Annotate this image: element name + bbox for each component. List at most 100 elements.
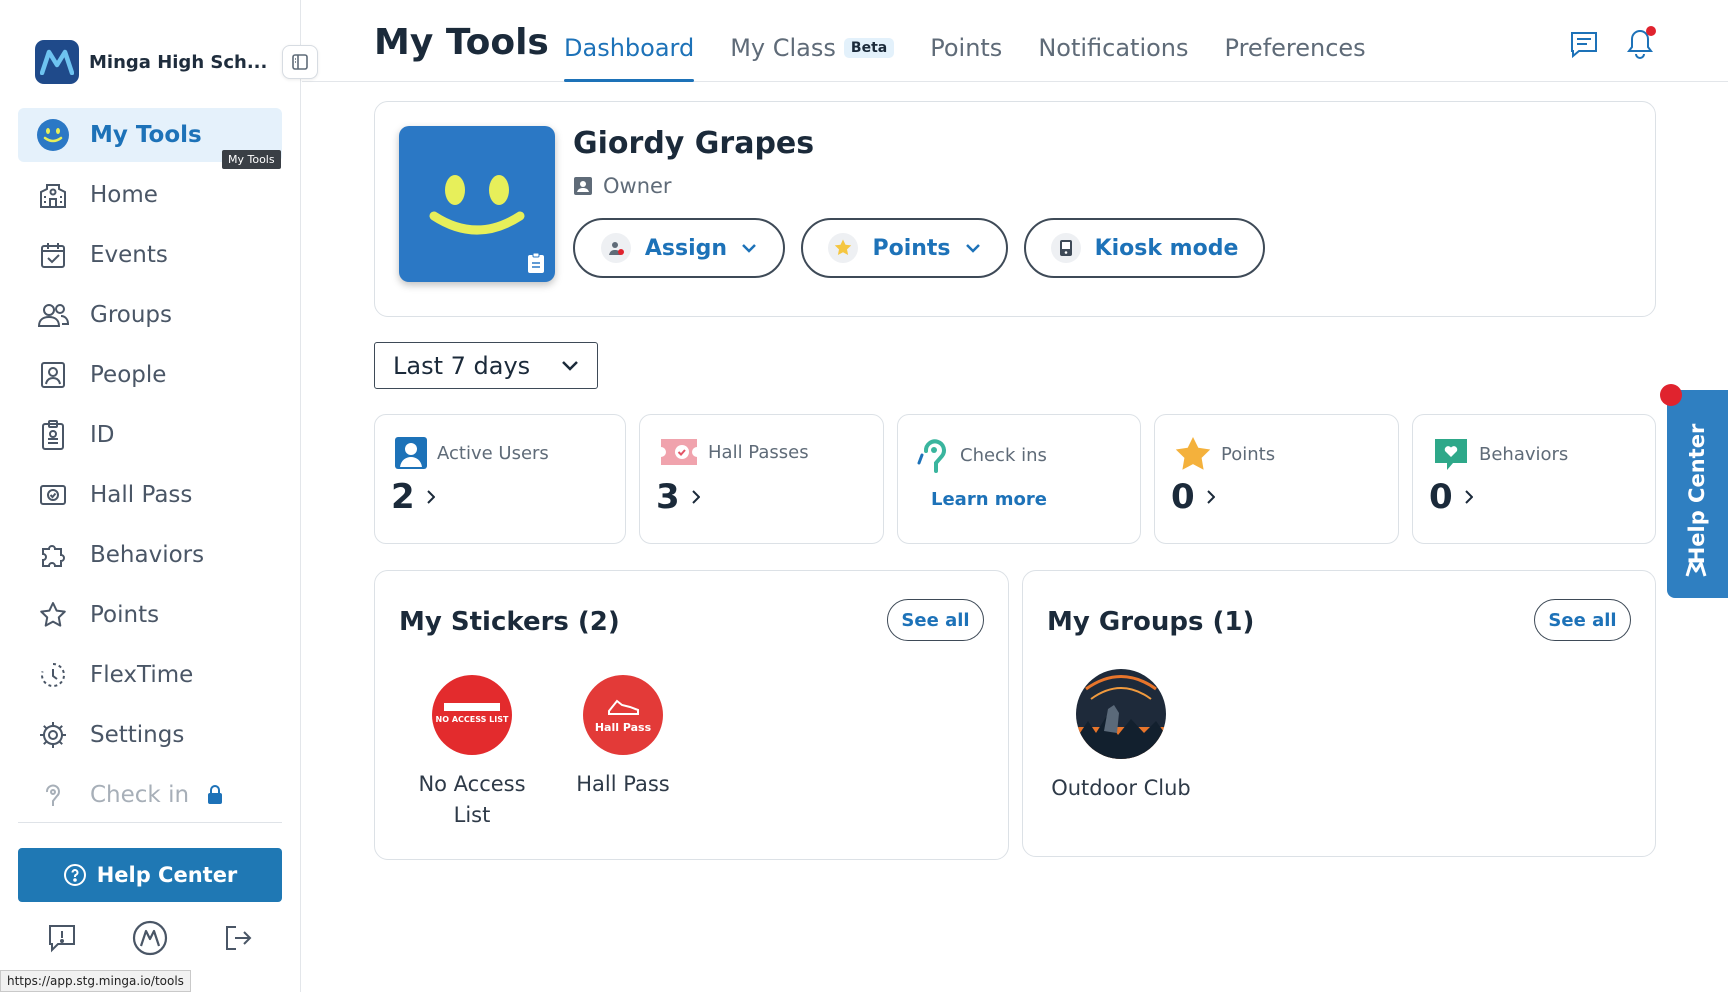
sidebar: Minga High Sch... My Tools Home Events G… bbox=[0, 0, 301, 992]
avatar[interactable] bbox=[399, 126, 555, 282]
stat-number: 3 bbox=[656, 477, 680, 517]
star-icon bbox=[36, 598, 70, 632]
page-title: My Tools bbox=[374, 22, 549, 63]
person-badge-icon bbox=[573, 176, 593, 196]
groups-title: My Groups (1) bbox=[1047, 607, 1255, 637]
stat-label: Behaviors bbox=[1479, 443, 1569, 465]
kiosk-label: Kiosk mode bbox=[1094, 235, 1239, 261]
stat-number: 0 bbox=[1429, 477, 1453, 517]
stat-card-behaviors[interactable]: Behaviors 0 bbox=[1412, 414, 1656, 544]
kiosk-icon bbox=[1050, 233, 1081, 263]
status-bar-url: https://app.stg.minga.io/tools bbox=[0, 970, 191, 992]
check-in-icon bbox=[36, 778, 70, 812]
help-alert-dot bbox=[1660, 384, 1682, 406]
outdoor-club-avatar bbox=[1076, 669, 1166, 759]
stat-card-hall-passes[interactable]: Hall Passes 3 bbox=[639, 414, 884, 544]
sidebar-divider bbox=[18, 822, 282, 823]
date-range-select[interactable]: Last 7 days bbox=[374, 342, 598, 389]
sidebar-item-people[interactable]: People bbox=[18, 348, 282, 402]
chevron-down-icon bbox=[965, 243, 981, 253]
tab-dashboard[interactable]: Dashboard bbox=[564, 34, 695, 82]
help-center-tab-label: Help Center bbox=[1685, 423, 1709, 565]
sidebar-item-events[interactable]: Events bbox=[18, 228, 282, 282]
stat-card-active-users[interactable]: Active Users 2 bbox=[374, 414, 626, 544]
points-label: Points bbox=[872, 235, 951, 261]
sidebar-item-check-in[interactable]: Check in bbox=[18, 768, 282, 822]
hall-pass-icon bbox=[36, 478, 70, 512]
tab-label: Points bbox=[930, 34, 1003, 62]
stat-value: 3 bbox=[656, 477, 700, 517]
sidebar-item-label: ID bbox=[90, 422, 115, 448]
profile-role: Owner bbox=[573, 174, 672, 198]
points-star-icon bbox=[828, 233, 859, 263]
tab-preferences[interactable]: Preferences bbox=[1225, 34, 1366, 82]
tab-notifications[interactable]: Notifications bbox=[1038, 34, 1188, 82]
stat-label: Points bbox=[1221, 443, 1276, 465]
check-ins-icon bbox=[916, 435, 952, 475]
my-stickers-card: My Stickers (2) See all NO ACCESS LIST N… bbox=[374, 570, 1009, 860]
sidebar-item-label: My Tools bbox=[90, 122, 202, 148]
learn-more-link[interactable]: Learn more bbox=[931, 489, 1047, 510]
tab-points[interactable]: Points bbox=[930, 34, 1002, 82]
collapse-sidebar-button[interactable] bbox=[282, 45, 318, 79]
assign-label: Assign bbox=[644, 235, 728, 261]
stat-header: Check ins bbox=[916, 435, 1047, 475]
tab-my-class[interactable]: My Class Beta bbox=[730, 34, 895, 82]
tab-label: Preferences bbox=[1224, 34, 1366, 62]
person-card-icon bbox=[36, 358, 70, 392]
groups-see-all-button[interactable]: See all bbox=[1534, 599, 1631, 641]
sidebar-item-hall-pass[interactable]: Hall Pass bbox=[18, 468, 282, 522]
kiosk-mode-button[interactable]: Kiosk mode bbox=[1024, 218, 1265, 278]
sidebar-item-home[interactable]: Home bbox=[18, 168, 282, 222]
feedback-icon[interactable] bbox=[44, 918, 80, 958]
sidebar-item-settings[interactable]: Settings bbox=[18, 708, 282, 762]
puzzle-icon bbox=[36, 538, 70, 572]
sidebar-item-label: Hall Pass bbox=[90, 482, 193, 508]
calendar-check-icon bbox=[36, 238, 70, 272]
sidebar-item-flextime[interactable]: FlexTime bbox=[18, 648, 282, 702]
gear-icon bbox=[36, 718, 70, 752]
id-badge-icon bbox=[36, 418, 70, 452]
sidebar-item-behaviors[interactable]: Behaviors bbox=[18, 528, 282, 582]
help-center-button[interactable]: Help Center bbox=[18, 848, 282, 902]
school-building-icon bbox=[36, 178, 70, 212]
group-item[interactable]: Outdoor Club bbox=[1046, 669, 1196, 804]
sidebar-footer bbox=[18, 918, 282, 958]
school-switcher[interactable]: Minga High Sch... bbox=[35, 40, 267, 84]
sticker-item[interactable]: NO ACCESS LIST No Access List bbox=[397, 675, 547, 831]
no-access-sticker-icon: NO ACCESS LIST bbox=[432, 675, 512, 755]
minga-circle-icon[interactable] bbox=[132, 918, 168, 958]
notifications-bell-icon[interactable] bbox=[1622, 26, 1658, 62]
active-users-icon bbox=[393, 435, 429, 471]
id-clipboard-icon bbox=[527, 252, 545, 274]
groups-icon bbox=[36, 298, 70, 332]
logout-icon[interactable] bbox=[220, 918, 256, 958]
chevron-right-icon bbox=[691, 490, 700, 504]
chevron-down-icon bbox=[561, 360, 579, 372]
sidebar-item-groups[interactable]: Groups bbox=[18, 288, 282, 342]
stickers-see-all-button[interactable]: See all bbox=[887, 599, 984, 641]
sticker-label: Hall Pass bbox=[576, 772, 670, 796]
minga-m-icon bbox=[1685, 560, 1707, 578]
help-circle-icon bbox=[63, 863, 87, 887]
behaviors-heart-icon bbox=[1431, 435, 1471, 473]
stat-header: Points bbox=[1173, 435, 1275, 473]
points-dropdown-button[interactable]: Points bbox=[801, 218, 1008, 278]
school-name: Minga High Sch... bbox=[89, 51, 268, 73]
sticker-item[interactable]: Hall Pass Hall Pass bbox=[548, 675, 698, 800]
points-star-icon bbox=[1173, 435, 1213, 473]
sidebar-item-points[interactable]: Points bbox=[18, 588, 282, 642]
messages-icon[interactable] bbox=[1566, 26, 1602, 62]
group-label: Outdoor Club bbox=[1051, 776, 1191, 800]
tab-label: Notifications bbox=[1038, 34, 1189, 62]
stat-card-check-ins[interactable]: Check ins Learn more bbox=[897, 414, 1141, 544]
top-header: My Tools Dashboard My Class Beta Points N… bbox=[302, 0, 1728, 82]
chevron-right-icon bbox=[426, 490, 435, 504]
stat-card-points[interactable]: Points 0 bbox=[1154, 414, 1399, 544]
assign-dropdown-button[interactable]: Assign bbox=[573, 218, 785, 278]
sidebar-item-label: Home bbox=[90, 182, 158, 208]
sidebar-item-id[interactable]: ID bbox=[18, 408, 282, 462]
role-label: Owner bbox=[603, 174, 672, 198]
help-center-side-tab[interactable]: Help Center bbox=[1667, 390, 1728, 598]
hall-passes-icon bbox=[658, 435, 700, 469]
